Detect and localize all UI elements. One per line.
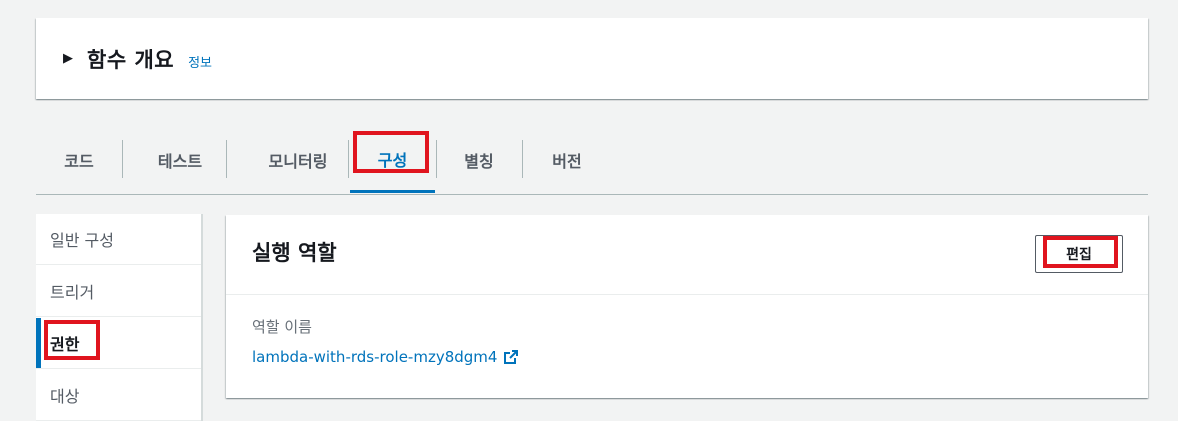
function-tabs: 코드 테스트 모니터링 구성 별칭 버전 [36, 128, 1148, 195]
panel-header: 실행 역할 편집 [226, 215, 1148, 295]
tab-versions[interactable]: 버전 [532, 128, 602, 192]
sidenav-item-triggers[interactable]: 트리거 [36, 266, 201, 317]
configuration-sidenav: 일반 구성 트리거 권한 대상 [36, 214, 203, 421]
tab-code[interactable]: 코드 [44, 128, 114, 192]
role-name-label: 역할 이름 [252, 318, 312, 336]
execution-role-panel: 실행 역할 편집 역할 이름 lambda-with-rds-role-mzy8… [226, 215, 1148, 398]
tab-divider [522, 140, 523, 178]
sidenav-item-destinations[interactable]: 대상 [36, 370, 201, 421]
tab-divider [122, 140, 123, 178]
role-name-value[interactable]: lambda-with-rds-role-mzy8dgm4 [252, 348, 497, 366]
role-name-link[interactable]: lambda-with-rds-role-mzy8dgm4 [252, 348, 519, 366]
sidenav-item-permissions[interactable]: 권한 [36, 318, 201, 369]
tab-aliases[interactable]: 별칭 [444, 128, 514, 192]
tab-divider [436, 140, 437, 178]
panel-title: 실행 역할 [252, 241, 337, 265]
tab-monitoring[interactable]: 모니터링 [236, 128, 360, 192]
tab-divider [348, 140, 349, 178]
tab-configuration[interactable]: 구성 [350, 128, 435, 193]
edit-button[interactable]: 편집 [1035, 235, 1123, 273]
sidenav-item-general[interactable]: 일반 구성 [36, 214, 201, 265]
tab-test[interactable]: 테스트 [132, 128, 228, 192]
function-overview-title: 함수 개요 [87, 47, 175, 72]
external-link-icon[interactable] [503, 349, 519, 365]
function-overview-header[interactable]: ▶ 함수 개요 정보 [36, 18, 1148, 99]
info-link[interactable]: 정보 [188, 52, 212, 71]
caret-right-icon[interactable]: ▶ [63, 51, 73, 66]
tab-divider [226, 140, 227, 178]
